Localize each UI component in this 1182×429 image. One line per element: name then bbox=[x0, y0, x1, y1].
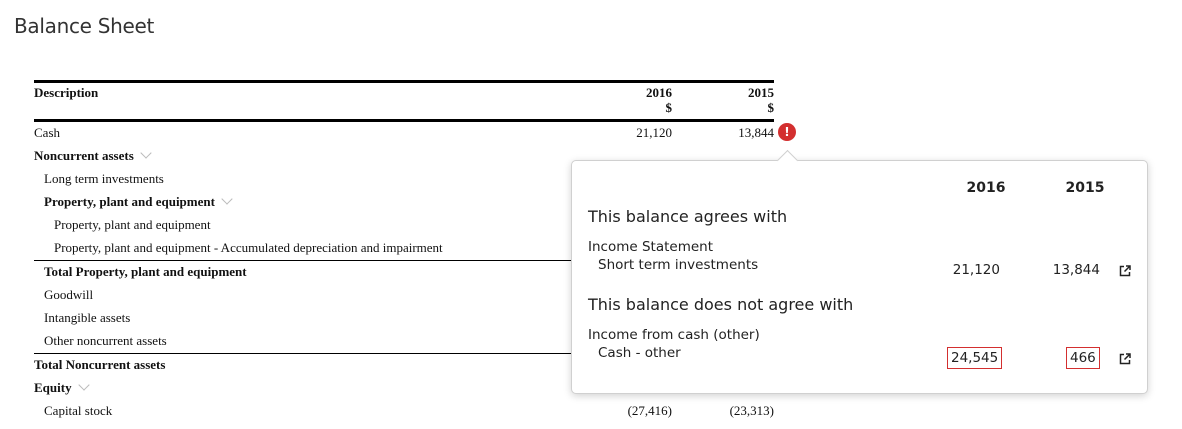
row-label: Long term investments bbox=[44, 171, 164, 186]
disagrees-heading: This balance does not agree with bbox=[588, 295, 854, 314]
row-label: Other noncurrent assets bbox=[44, 333, 167, 348]
cash-2015-value: 13,844 bbox=[738, 125, 774, 140]
row-label: Intangible assets bbox=[44, 310, 131, 325]
popover-column-2015: 2015 bbox=[1065, 180, 1105, 196]
column-header-description: Description bbox=[34, 85, 99, 100]
table-row-capital-stock[interactable]: Capital stock (27,416) (23,313) bbox=[34, 400, 774, 422]
agrees-2015-value: 13,844 bbox=[1052, 262, 1100, 278]
row-label: Property, plant and equipment bbox=[44, 191, 233, 213]
agrees-heading: This balance agrees with bbox=[588, 207, 788, 226]
row-label: Total Property, plant and equipment bbox=[44, 264, 247, 279]
column-header-2016: 2016 $ bbox=[592, 85, 672, 115]
row-label-text: Property, plant and equipment bbox=[44, 194, 215, 209]
chevron-down-icon[interactable] bbox=[77, 379, 90, 391]
page-title: Balance Sheet bbox=[14, 14, 155, 38]
row-label: Total Noncurrent assets bbox=[34, 357, 166, 372]
chevron-down-icon[interactable] bbox=[221, 193, 233, 205]
row-label: Capital stock bbox=[44, 403, 113, 418]
disagrees-item: Cash - other bbox=[598, 345, 681, 361]
cash-2016-value: 21,120 bbox=[636, 125, 672, 140]
capital-stock-2016-value: (27,416) bbox=[627, 403, 672, 418]
column-header-2015-unit: $ bbox=[767, 100, 775, 115]
capital-stock-2015-value: (23,313) bbox=[729, 403, 774, 418]
alert-icon[interactable]: ! bbox=[778, 123, 796, 141]
table-top-rule bbox=[34, 80, 774, 83]
popover-column-2016: 2016 bbox=[966, 180, 1006, 196]
row-label: Property, plant and equipment bbox=[54, 217, 211, 232]
table-row-cash[interactable]: Cash 21,120 13,844 bbox=[34, 122, 774, 144]
row-label: Property, plant and equipment - Accumula… bbox=[54, 240, 443, 255]
row-label: Goodwill bbox=[44, 287, 94, 302]
disagrees-2015-value[interactable]: 466 bbox=[1066, 347, 1100, 369]
external-link-icon[interactable] bbox=[1119, 353, 1131, 365]
column-header-2016-unit: $ bbox=[665, 100, 673, 115]
row-label-text: Equity bbox=[34, 380, 72, 395]
reconciliation-popover: 2016 2015 This balance agrees with Incom… bbox=[571, 160, 1148, 394]
agrees-2016-value: 21,120 bbox=[952, 262, 1000, 278]
agrees-source: Income Statement bbox=[588, 239, 714, 255]
chevron-down-icon[interactable] bbox=[140, 147, 152, 159]
row-label: Noncurrent assets bbox=[34, 145, 152, 167]
column-header-2015-year: 2015 bbox=[748, 85, 774, 100]
external-link-icon[interactable] bbox=[1119, 265, 1131, 277]
column-header-2015: 2015 $ bbox=[694, 85, 774, 115]
agrees-item: Short term investments bbox=[598, 257, 759, 273]
row-label: Equity bbox=[34, 377, 90, 399]
row-label-text: Noncurrent assets bbox=[34, 148, 134, 163]
disagrees-source: Income from cash (other) bbox=[588, 327, 760, 343]
row-label: Cash bbox=[34, 125, 60, 140]
disagrees-2016-value[interactable]: 24,545 bbox=[947, 347, 1003, 369]
column-header-2016-year: 2016 bbox=[646, 85, 672, 100]
